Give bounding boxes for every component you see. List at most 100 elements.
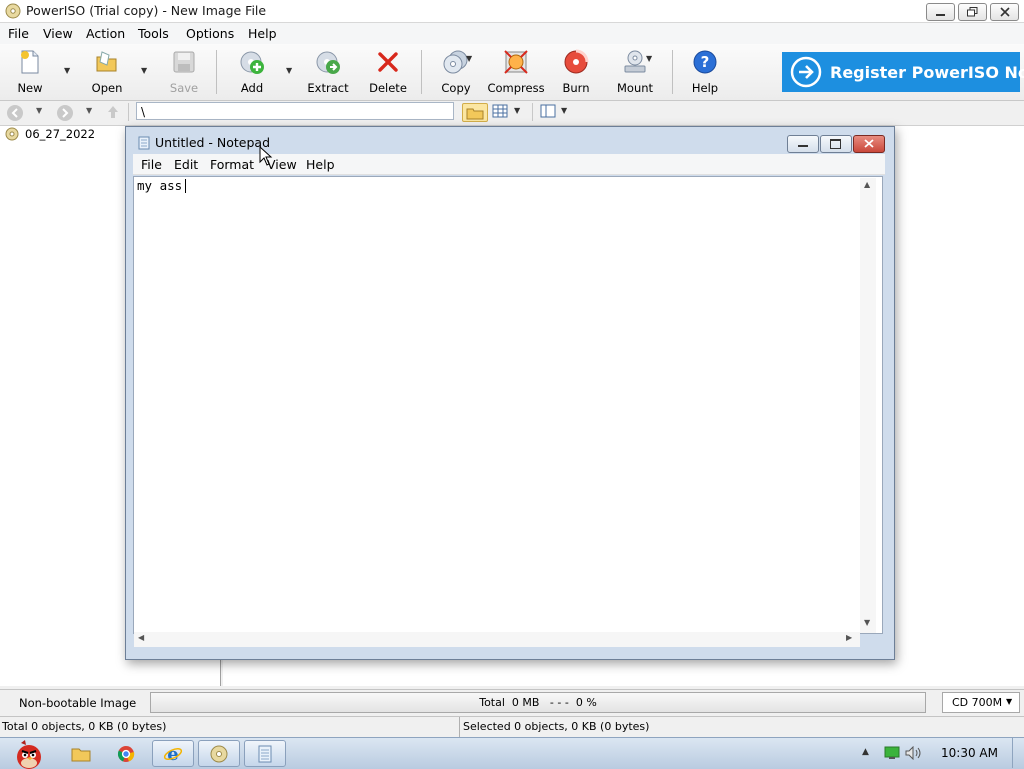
notepad-menu-edit[interactable]: Edit	[174, 157, 198, 172]
menu-help[interactable]: Help	[248, 26, 277, 41]
open-button[interactable]: Open	[92, 48, 122, 96]
arrow-circle-icon	[790, 56, 822, 88]
compress-icon	[502, 48, 530, 76]
tray-expand-icon[interactable]: ▲	[862, 747, 869, 757]
notepad-menubar: File Edit Format View Help	[133, 154, 885, 175]
layout-icon[interactable]	[540, 104, 556, 121]
notepad-minimize-button[interactable]	[787, 135, 819, 153]
new-label: New	[17, 81, 43, 95]
mouse-cursor-icon	[259, 145, 273, 169]
add-button[interactable]: Add	[238, 48, 266, 96]
notepad-menu-format[interactable]: Format	[210, 157, 254, 172]
notepad-window[interactable]: Untitled - Notepad File Edit Format View…	[125, 126, 895, 660]
scroll-right-icon[interactable]: ▶	[846, 633, 852, 642]
mount-label: Mount	[616, 81, 654, 95]
capacity-progress-bar: Total 0 MB - - - 0 %	[150, 692, 926, 713]
menu-action[interactable]: Action	[86, 26, 125, 41]
media-size-value: CD 700M	[952, 696, 1003, 709]
angry-bird-icon	[17, 739, 41, 769]
media-size-select[interactable]: CD 700M ▼	[942, 692, 1020, 713]
status-row-objects: Total 0 objects, 0 KB (0 bytes) Selected…	[0, 716, 1024, 738]
tree-root-item[interactable]: 06_27_2022	[4, 127, 95, 141]
mount-drive-icon	[621, 48, 649, 76]
text-caret	[185, 179, 186, 193]
view-mode-icon[interactable]	[492, 104, 508, 121]
notepad-menu-file[interactable]: File	[141, 157, 162, 172]
register-banner[interactable]: Register PowerISO Now	[782, 52, 1024, 92]
scroll-up-icon[interactable]: ▲	[864, 180, 870, 189]
taskbar-chrome[interactable]	[105, 740, 147, 767]
compress-button[interactable]: Compress	[487, 48, 545, 96]
extract-label: Extract	[307, 81, 349, 95]
internet-explorer-icon: e	[163, 744, 183, 764]
back-dropdown-arrow[interactable]: ▼	[36, 106, 42, 115]
notepad-text-area[interactable]: my ass	[133, 176, 883, 634]
notepad-text: my ass	[137, 178, 183, 193]
disc-image-icon	[5, 127, 19, 141]
poweriso-app-icon	[5, 3, 21, 22]
delete-label: Delete	[369, 81, 407, 95]
notepad-maximize-button[interactable]	[820, 135, 852, 153]
open-folder-icon	[93, 48, 121, 76]
vertical-scrollbar[interactable]: ▲ ▼	[860, 178, 876, 633]
help-button[interactable]: ? Help	[692, 48, 718, 96]
close-button[interactable]	[990, 3, 1019, 21]
new-file-icon	[16, 48, 44, 76]
start-button[interactable]	[2, 739, 52, 769]
scroll-down-icon[interactable]: ▼	[864, 618, 870, 627]
taskbar-explorer[interactable]	[60, 740, 102, 767]
folder-view-button[interactable]	[462, 103, 488, 122]
extract-button[interactable]: Extract	[307, 48, 349, 96]
minimize-icon	[936, 14, 945, 16]
taskbar: e ▲ 10:30 AM	[0, 737, 1024, 769]
menu-file[interactable]: File	[8, 26, 29, 41]
speaker-icon[interactable]	[905, 745, 923, 763]
notepad-icon	[138, 136, 150, 153]
delete-icon	[374, 48, 402, 76]
new-dropdown-arrow[interactable]: ▼	[64, 66, 73, 75]
toolbar-separator	[216, 50, 217, 94]
floppy-icon	[170, 48, 198, 76]
up-folder-icon[interactable]	[106, 104, 120, 123]
horizontal-scrollbar[interactable]: ◀ ▶	[134, 632, 860, 647]
address-input[interactable]: \	[136, 102, 454, 120]
back-icon[interactable]	[6, 104, 24, 125]
minimize-button[interactable]	[926, 3, 955, 21]
scroll-left-icon[interactable]: ◀	[138, 633, 144, 642]
save-label: Save	[169, 81, 199, 95]
mount-dropdown-arrow[interactable]: ▼	[646, 54, 655, 63]
clock[interactable]: 10:30 AM	[941, 746, 998, 760]
status-row-capacity: Non-bootable Image Total 0 MB - - - 0 % …	[0, 689, 1024, 716]
folder-icon	[71, 748, 91, 761]
menu-tools[interactable]: Tools	[138, 26, 169, 41]
show-desktop-button[interactable]	[1012, 738, 1024, 768]
help-label: Help	[691, 81, 719, 95]
add-dropdown-arrow[interactable]: ▼	[286, 66, 295, 75]
save-button[interactable]: Save	[170, 48, 198, 96]
forward-icon[interactable]	[56, 104, 74, 125]
open-dropdown-arrow[interactable]: ▼	[141, 66, 150, 75]
close-icon	[864, 139, 874, 148]
layout-dropdown-arrow[interactable]: ▼	[561, 106, 567, 115]
extract-icon	[314, 48, 342, 76]
notepad-menu-help[interactable]: Help	[306, 157, 335, 172]
taskbar-notepad[interactable]	[244, 740, 286, 767]
network-icon[interactable]	[884, 746, 900, 763]
forward-dropdown-arrow[interactable]: ▼	[86, 106, 92, 115]
restore-icon	[967, 7, 978, 17]
svg-text:?: ?	[701, 53, 710, 71]
taskbar-poweriso[interactable]	[198, 740, 240, 767]
app-titlebar[interactable]: PowerISO (Trial copy) - New Image File	[0, 0, 1024, 23]
taskbar-ie[interactable]: e	[152, 740, 194, 767]
menu-options[interactable]: Options	[186, 26, 234, 41]
menu-view[interactable]: View	[43, 26, 73, 41]
notepad-close-button[interactable]	[853, 135, 885, 153]
copy-dropdown-arrow[interactable]: ▼	[466, 54, 475, 63]
delete-button[interactable]: Delete	[369, 48, 407, 96]
new-button[interactable]: New	[16, 48, 44, 96]
svg-text:e: e	[167, 744, 178, 764]
view-mode-dropdown-arrow[interactable]: ▼	[514, 106, 520, 115]
burn-button[interactable]: Burn	[562, 48, 590, 96]
restore-button[interactable]	[958, 3, 987, 21]
poweriso-icon	[210, 745, 228, 762]
